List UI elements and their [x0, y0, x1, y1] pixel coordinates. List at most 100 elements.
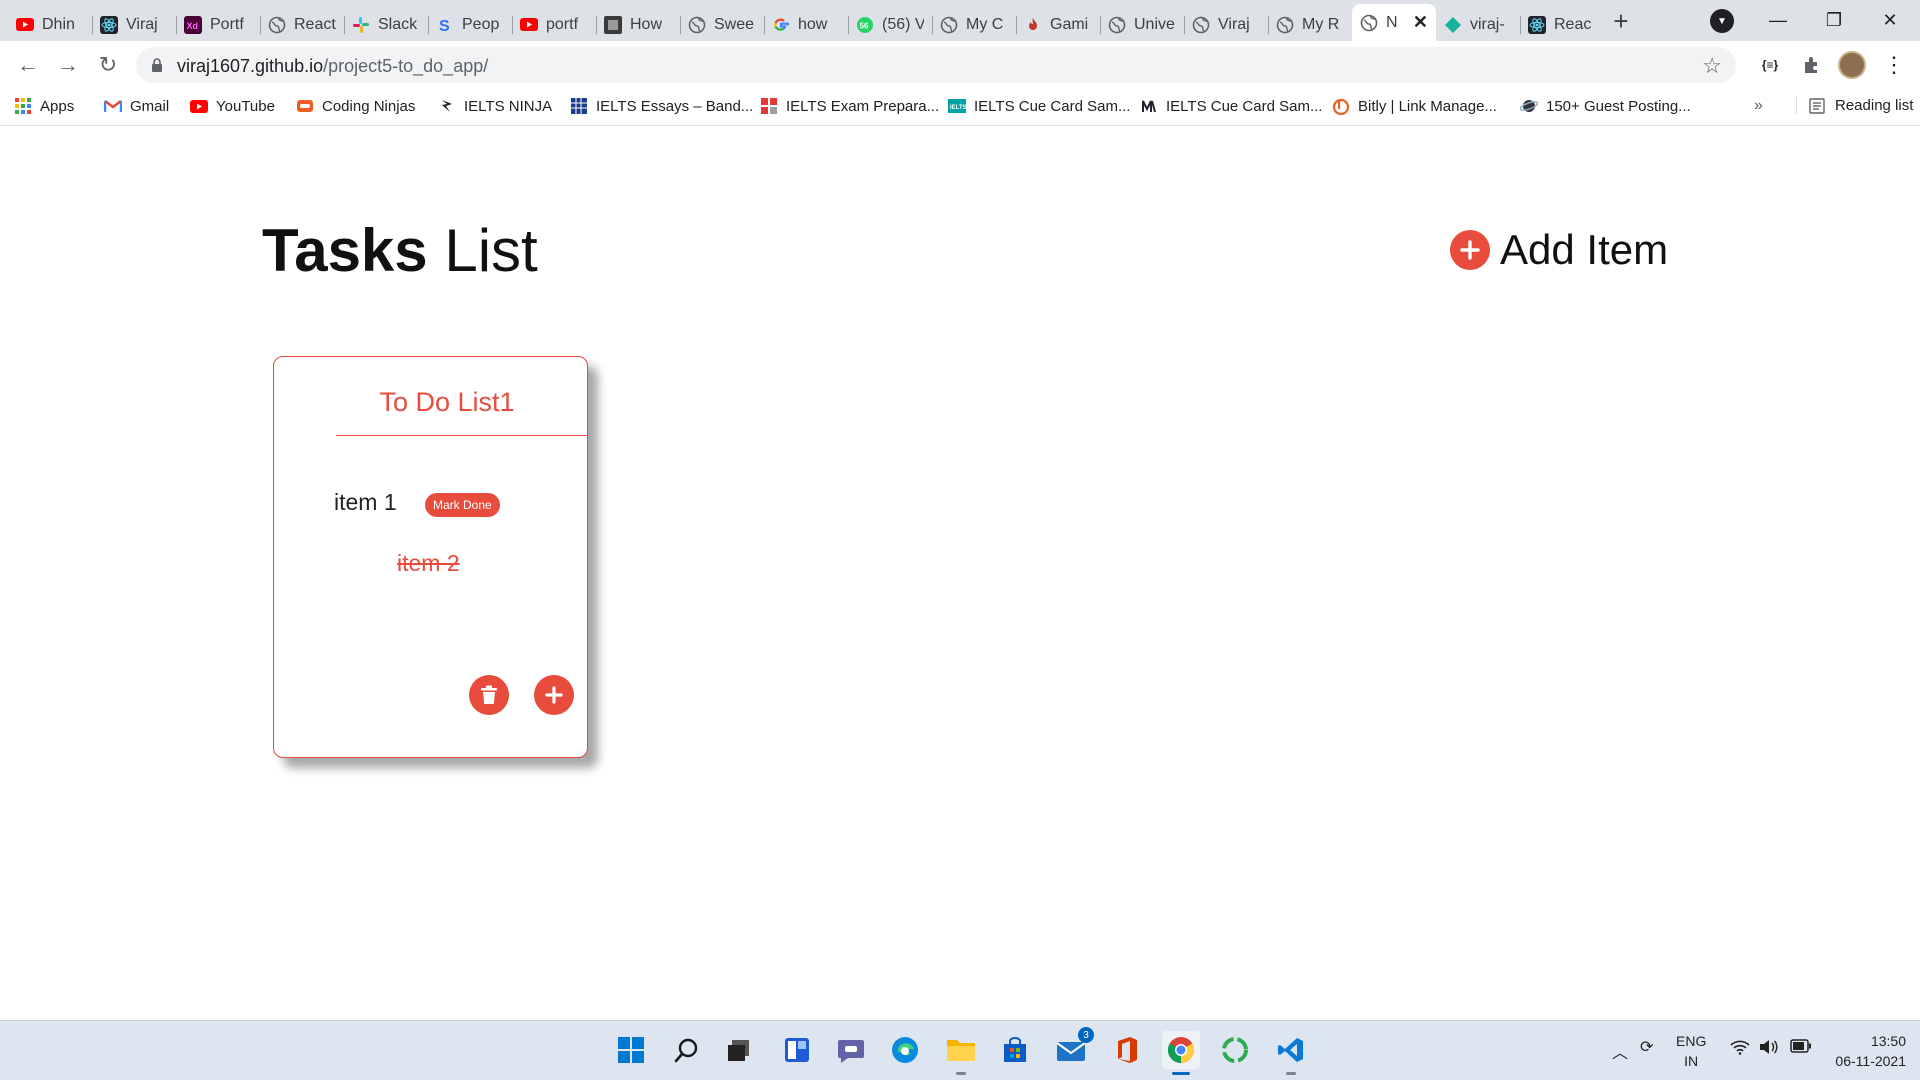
reading-list-button[interactable]: Reading list [1796, 97, 1913, 114]
card-title[interactable]: To Do List1 [336, 387, 588, 418]
address-bar[interactable]: viraj1607.github.io/project5-to_do_app/ … [136, 47, 1736, 83]
language-indicator[interactable]: ENG IN [1676, 1031, 1706, 1071]
tab[interactable]: Xd Portf [176, 8, 260, 41]
tab[interactable]: Gami [1016, 8, 1100, 41]
tab[interactable]: S Peop [428, 8, 512, 41]
tab[interactable]: Unive [1100, 8, 1184, 41]
chat-icon [838, 1040, 864, 1063]
teams-chat-button[interactable] [832, 1031, 870, 1069]
bookmark-item[interactable]: IELTS Cue Card Sam... [1140, 97, 1322, 115]
bookmark-item[interactable]: Apps [14, 97, 74, 115]
tab-title: Gami [1050, 15, 1089, 33]
extensions-puzzle-icon[interactable] [1798, 51, 1826, 79]
bookmark-item[interactable]: IELTS Exam Prepara... [760, 97, 939, 115]
clock[interactable]: 13:50 06-11-2021 [1820, 1031, 1906, 1071]
react-icon [1528, 15, 1546, 34]
bookmark-star-icon[interactable]: ☆ [1702, 53, 1722, 79]
edge-button[interactable] [886, 1031, 924, 1069]
flame-icon [1024, 16, 1042, 34]
tab[interactable]: Viraj [1184, 8, 1268, 41]
volume-icon[interactable] [1758, 1039, 1778, 1060]
card-divider [336, 435, 588, 436]
tab[interactable]: portf [512, 8, 596, 41]
office-icon [1118, 1037, 1137, 1063]
chrome-button[interactable] [1162, 1031, 1200, 1075]
google-icon [772, 16, 790, 34]
widgets-button[interactable] [778, 1031, 816, 1069]
tab[interactable]: how [764, 8, 848, 41]
profile-avatar[interactable] [1838, 51, 1866, 79]
clock-date: 06-11-2021 [1835, 1053, 1906, 1069]
reading-list-label: Reading list [1835, 97, 1914, 114]
extension-braces-icon[interactable]: {≡} [1756, 51, 1784, 79]
store-icon [1004, 1037, 1026, 1062]
add-item-button[interactable]: Add Item [1450, 226, 1668, 274]
bookmarks-bar: Apps Gmail YouTube Coding Ninjas IELTS NINJA… [0, 89, 1920, 126]
reload-button[interactable]: ↻ [92, 49, 124, 81]
bookmark-label: IELTS Cue Card Sam... [1166, 97, 1323, 115]
bookmark-label: IELTS Essays – Band... [596, 97, 754, 115]
add-card-item-button[interactable] [534, 675, 574, 715]
delete-list-button[interactable] [469, 675, 509, 715]
task-view-icon [728, 1040, 749, 1061]
tab-title: How [630, 15, 663, 33]
office-button[interactable] [1108, 1031, 1146, 1069]
tab[interactable]: viraj- [1436, 8, 1520, 41]
search-button[interactable] [668, 1031, 706, 1069]
plus-circle-icon [1450, 230, 1490, 270]
tab-title: Unive [1134, 15, 1175, 33]
tab[interactable]: My C [932, 8, 1016, 41]
battery-icon[interactable] [1790, 1039, 1812, 1058]
vscode-button[interactable] [1272, 1031, 1310, 1075]
new-tab-button[interactable]: + [1606, 6, 1636, 36]
back-button[interactable]: ← [12, 49, 44, 81]
gmail-icon [104, 97, 122, 115]
minimize-button[interactable]: — [1750, 0, 1806, 41]
bookmark-item[interactable]: Bitly | Link Manage... [1332, 97, 1497, 115]
forward-button[interactable]: → [52, 49, 84, 81]
tab-active[interactable]: N ✕ [1352, 4, 1436, 41]
tab[interactable]: React [260, 8, 344, 41]
bookmark-item[interactable]: Gmail [104, 97, 169, 115]
tab-title: how [798, 15, 828, 33]
widgets-icon [785, 1038, 809, 1062]
tab[interactable]: How [596, 8, 680, 41]
restore-button[interactable]: ❐ [1806, 0, 1862, 41]
bookmark-item[interactable]: IELTS NINJA [438, 97, 552, 115]
tab[interactable]: 56 (56) V [848, 8, 932, 41]
bookmark-item[interactable]: YouTube [190, 97, 275, 115]
bookmark-item[interactable]: IELTS IELTS Cue Card Sam... [948, 97, 1130, 115]
bookmark-item[interactable]: Coding Ninjas [296, 97, 415, 115]
tab[interactable]: Swee [680, 8, 764, 41]
start-button[interactable] [612, 1031, 650, 1069]
wifi-icon[interactable] [1730, 1039, 1750, 1060]
close-window-button[interactable]: ✕ [1862, 0, 1918, 41]
tab[interactable]: Viraj [92, 8, 176, 41]
sync-icon[interactable]: ⟳ [1640, 1037, 1653, 1057]
tab-search-button[interactable]: ▼ [1710, 9, 1734, 33]
close-tab-icon[interactable]: ✕ [1413, 12, 1428, 33]
file-explorer-button[interactable] [942, 1031, 980, 1075]
show-hidden-icons-button[interactable]: ︿ [1612, 1039, 1628, 1063]
store-button[interactable] [996, 1031, 1034, 1069]
ielts-icon: IELTS [948, 97, 966, 115]
mail-button[interactable]: 3 [1052, 1027, 1094, 1069]
s-icon: S [436, 16, 454, 34]
app-circle-button[interactable] [1216, 1031, 1254, 1069]
bookmark-item[interactable]: 150+ Guest Posting... [1520, 97, 1691, 115]
xd-icon: Xd [184, 15, 202, 34]
mark-done-button[interactable]: Mark Done [425, 493, 500, 517]
youtube-icon [16, 16, 34, 34]
tab[interactable]: Slack [344, 8, 428, 41]
more-bookmarks-button[interactable]: » [1754, 97, 1763, 115]
tab-strip: Dhin Viraj Xd Portf React Slack S Peop portf How S… [0, 0, 1920, 41]
tab[interactable]: Dhin [8, 8, 92, 41]
menu-dots-icon[interactable]: ⋮ [1880, 51, 1908, 79]
list-item: item 1 [334, 489, 397, 515]
diamond-icon [1444, 16, 1462, 34]
region-code: IN [1684, 1053, 1699, 1069]
bookmark-item[interactable]: IELTS Essays – Band... [570, 97, 753, 115]
task-view-button[interactable] [720, 1031, 758, 1069]
tab[interactable]: My R [1268, 8, 1352, 41]
tab[interactable]: Reac [1520, 8, 1604, 41]
